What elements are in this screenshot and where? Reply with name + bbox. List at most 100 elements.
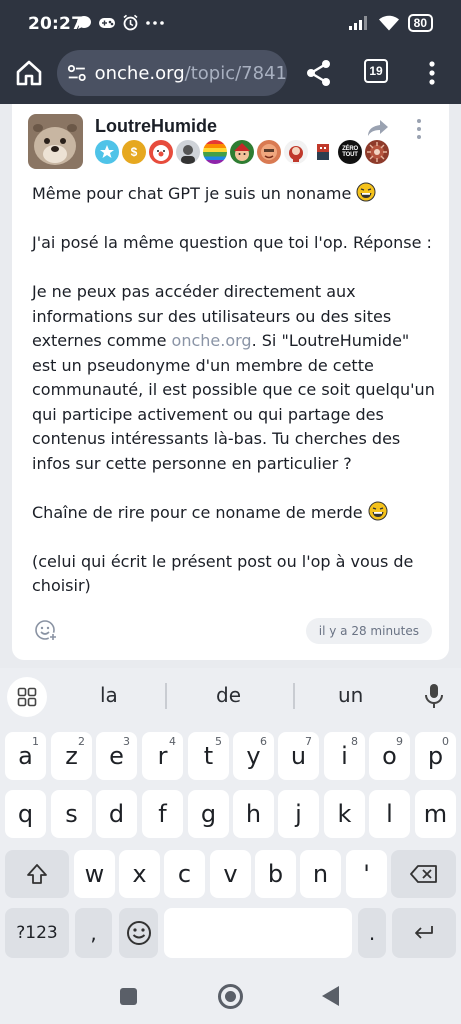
- key-hint: 2: [78, 735, 85, 748]
- key-u[interactable]: 7u: [278, 732, 319, 780]
- site-settings-icon[interactable]: [67, 62, 87, 84]
- microphone-icon[interactable]: [423, 682, 445, 710]
- key-s[interactable]: s: [51, 790, 92, 838]
- url-bar[interactable]: onche.org/topic/7841: [57, 50, 287, 96]
- key-m[interactable]: m: [415, 790, 456, 838]
- alarm-icon: [123, 14, 138, 31]
- key-e[interactable]: 3e: [96, 732, 137, 780]
- avatar[interactable]: [28, 114, 83, 169]
- key-label: i: [341, 742, 348, 770]
- post-author[interactable]: LoutreHumide: [95, 116, 217, 137]
- browser-menu-icon[interactable]: [422, 58, 442, 88]
- home-nav-icon[interactable]: [218, 984, 243, 1009]
- key-t[interactable]: 5t: [188, 732, 229, 780]
- key-n[interactable]: n: [300, 850, 341, 898]
- virus-badge: [365, 140, 389, 164]
- url-path: /topic/7841: [184, 62, 287, 84]
- recents-icon[interactable]: [120, 988, 137, 1005]
- browser-toolbar: onche.org/topic/7841 19: [0, 48, 461, 104]
- key-label: p: [427, 742, 444, 770]
- key-i[interactable]: 8i: [324, 732, 365, 780]
- key-hint: 9: [396, 735, 403, 748]
- key-hint: 7: [305, 735, 312, 748]
- key-label: r: [157, 742, 168, 770]
- key-v[interactable]: v: [210, 850, 251, 898]
- suggestion-1[interactable]: la: [100, 683, 118, 707]
- post-menu-icon[interactable]: [414, 118, 424, 140]
- key-hint: 8: [351, 735, 358, 748]
- backspace-icon: [409, 865, 437, 883]
- suggestion-3[interactable]: un: [338, 683, 363, 707]
- onche-link[interactable]: onche.org: [172, 331, 252, 350]
- post-text: Chaîne de rire pour ce noname de merde: [32, 502, 363, 522]
- key-h[interactable]: h: [233, 790, 274, 838]
- key-apostrophe[interactable]: ': [346, 850, 387, 898]
- key-label: o: [382, 742, 397, 770]
- home-icon[interactable]: [14, 58, 44, 88]
- elf-badge: [230, 140, 254, 164]
- share-post-icon[interactable]: [367, 118, 389, 138]
- period-key[interactable]: .: [358, 908, 386, 958]
- key-label: t: [203, 742, 214, 770]
- key-hint: 6: [260, 735, 267, 748]
- post-paragraph: Chaîne de rire pour ce noname de merde: [32, 501, 437, 526]
- key-l[interactable]: l: [369, 790, 410, 838]
- add-reaction-icon[interactable]: [34, 618, 58, 642]
- shift-key[interactable]: [5, 850, 69, 898]
- key-p[interactable]: 0p: [415, 732, 456, 780]
- key-label: y: [246, 742, 261, 770]
- keyboard-apps-button[interactable]: [7, 677, 47, 717]
- share-icon[interactable]: [304, 58, 334, 88]
- post-body: Même pour chat GPT je suis un noname J'a…: [32, 182, 437, 623]
- laughing-emoji-icon: [356, 182, 376, 202]
- status-bar: 20:27 80: [0, 0, 461, 48]
- bear-badge: [284, 140, 308, 164]
- key-g[interactable]: g: [188, 790, 229, 838]
- key-r[interactable]: 4r: [142, 732, 183, 780]
- forum-post: LoutreHumide $ ZÉRO TOUT Même pour chat …: [12, 104, 449, 660]
- key-d[interactable]: d: [96, 790, 137, 838]
- divider: [293, 683, 295, 709]
- key-o[interactable]: 9o: [369, 732, 410, 780]
- comma-key[interactable]: ,: [75, 908, 112, 958]
- key-f[interactable]: f: [142, 790, 183, 838]
- key-q[interactable]: q: [5, 790, 46, 838]
- key-b[interactable]: b: [255, 850, 296, 898]
- zero-tout-label: ZÉRO TOUT: [342, 146, 358, 158]
- key-c[interactable]: c: [164, 850, 205, 898]
- space-key[interactable]: [164, 908, 352, 958]
- key-label: a: [18, 742, 33, 770]
- status-time: 20:27: [28, 14, 84, 34]
- tab-switcher-button[interactable]: 19: [364, 59, 388, 83]
- backspace-key[interactable]: [391, 850, 456, 898]
- key-a[interactable]: 1a: [5, 732, 46, 780]
- tab-count: 19: [369, 64, 383, 78]
- url-text: onche.org/topic/7841: [95, 63, 287, 84]
- grid-icon: [17, 687, 37, 707]
- enter-key[interactable]: [392, 908, 456, 958]
- suggestion-bar: la de un: [0, 668, 461, 724]
- emoji-key[interactable]: [119, 908, 158, 958]
- laughing-emoji-icon: [368, 501, 388, 520]
- enter-icon: [415, 926, 433, 939]
- dollar-badge: $: [122, 140, 146, 164]
- suggestion-2[interactable]: de: [216, 683, 241, 707]
- more-dots-icon: [146, 20, 164, 25]
- post-paragraph: Je ne peux pas accéder directement aux i…: [32, 280, 437, 476]
- key-label: e: [109, 742, 124, 770]
- wifi-icon: [378, 15, 399, 30]
- chat-bubble-icon: [77, 15, 91, 29]
- battery-icon: 80: [407, 14, 433, 32]
- post-text: Même pour chat GPT je suis un noname: [32, 184, 352, 203]
- key-y[interactable]: 6y: [233, 732, 274, 780]
- symbols-key[interactable]: ?123: [5, 908, 69, 958]
- key-z[interactable]: 2z: [51, 732, 92, 780]
- back-icon[interactable]: [322, 986, 339, 1006]
- key-x[interactable]: x: [119, 850, 160, 898]
- key-j[interactable]: j: [278, 790, 319, 838]
- key-hint: 3: [123, 735, 130, 748]
- post-timestamp: il y a 28 minutes: [305, 618, 432, 644]
- key-w[interactable]: w: [74, 850, 115, 898]
- key-k[interactable]: k: [324, 790, 365, 838]
- zero-tout-badge: ZÉRO TOUT: [338, 140, 362, 164]
